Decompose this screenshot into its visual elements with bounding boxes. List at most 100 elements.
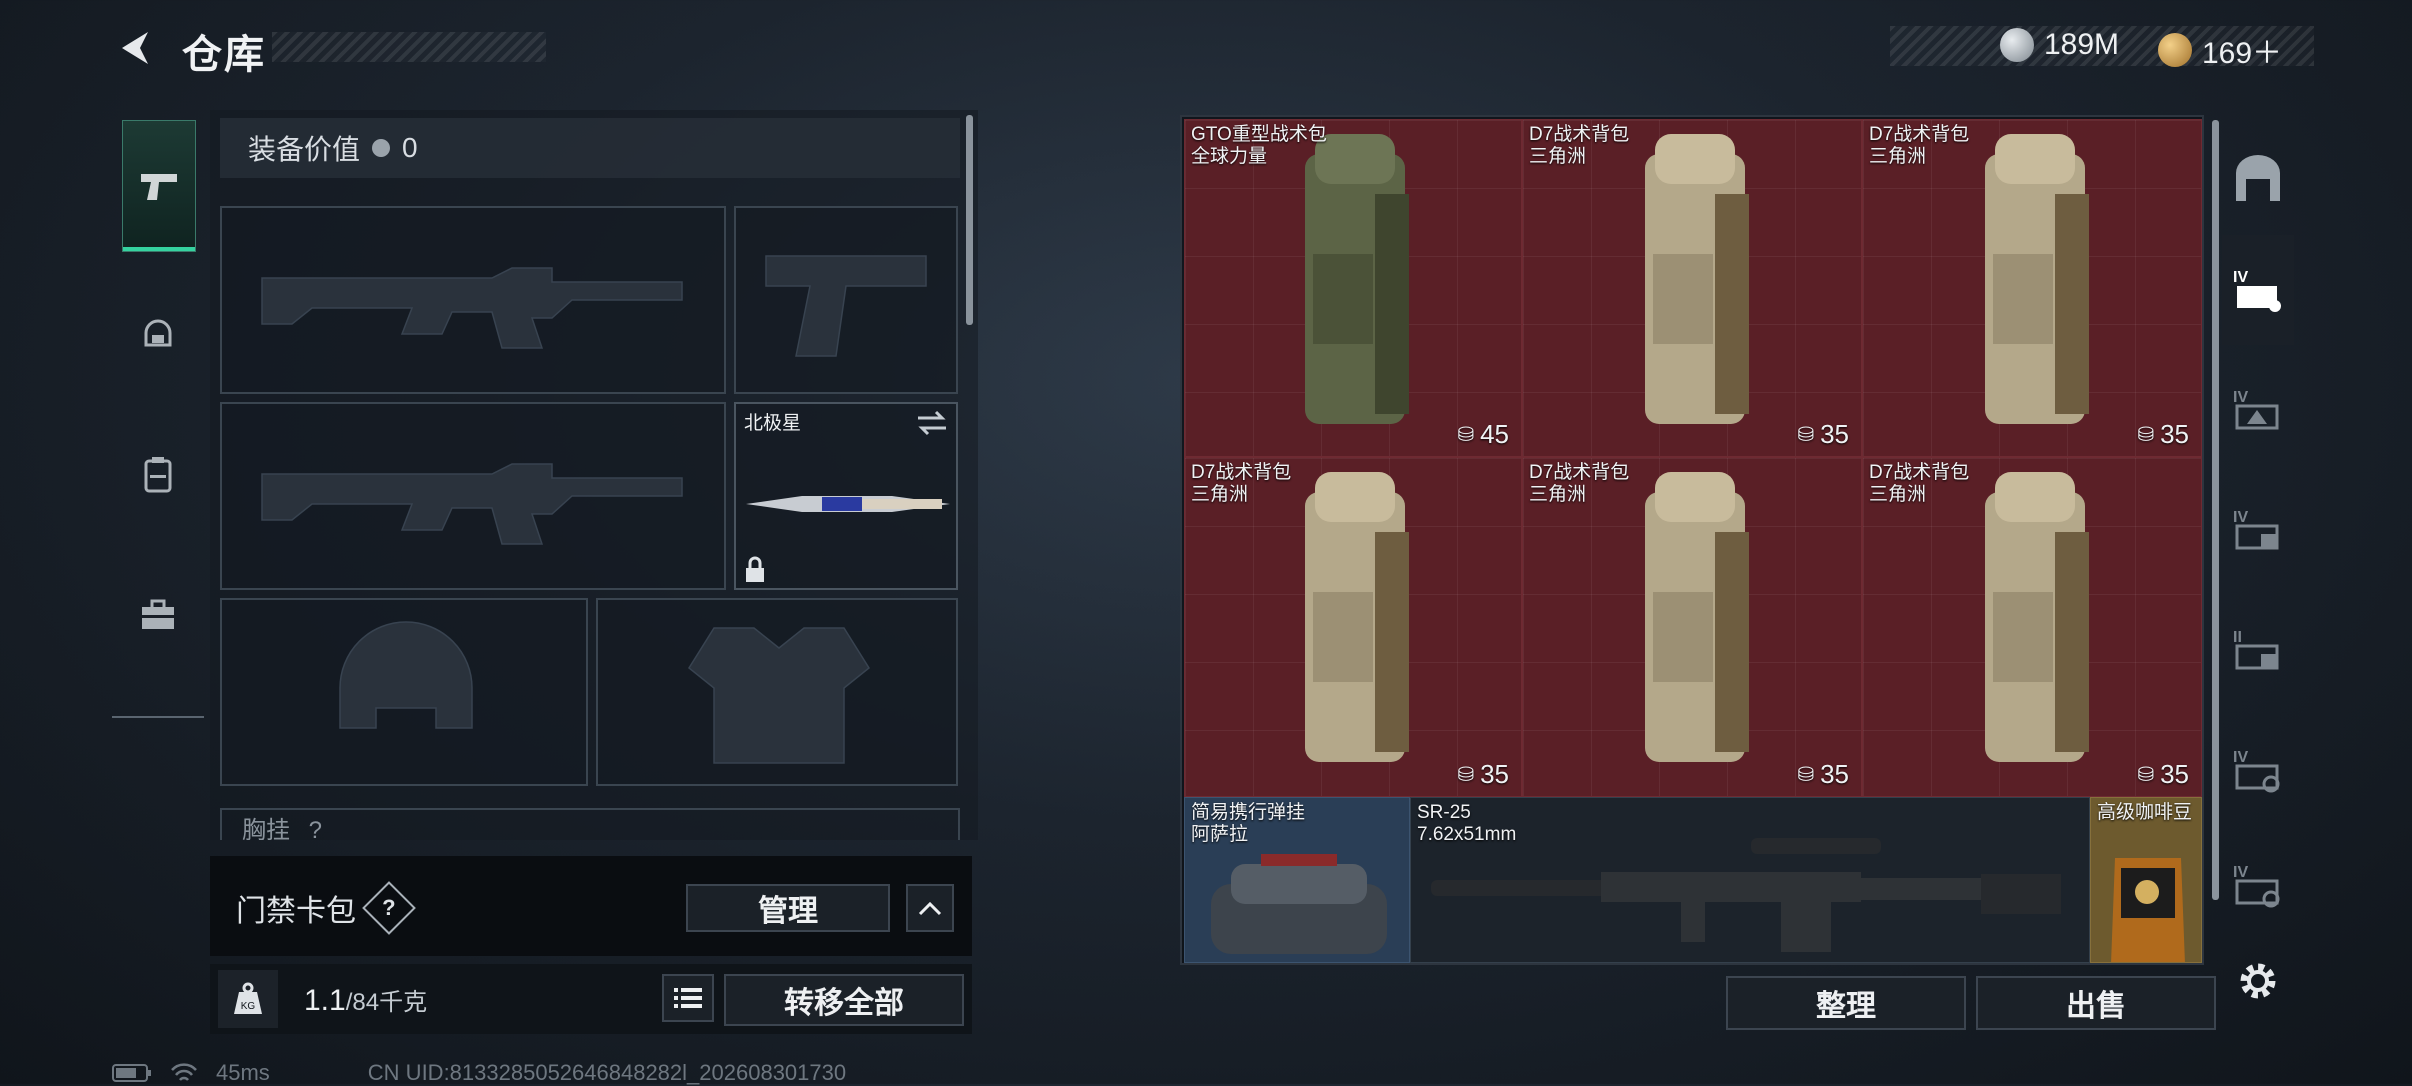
chest-rig-label: 胸挂	[242, 817, 290, 840]
help-icon[interactable]: ?	[362, 881, 416, 935]
item-name: D7战术背包 三角洲	[1869, 124, 1970, 167]
melee-slot[interactable]: 北极星	[734, 402, 958, 590]
back-button[interactable]	[112, 24, 160, 72]
storage-item[interactable]: GTO重型战术包 全球力量 ⛁ 45	[1184, 119, 1522, 457]
settings-button[interactable]	[2232, 955, 2284, 1007]
item-capacity: ⛁ 35	[2137, 419, 2189, 449]
storage-tier-icon: IV	[2233, 864, 2280, 908]
sidearm-slot[interactable]	[734, 206, 958, 394]
storage-item[interactable]: SR-25 7.62x51mm	[1410, 797, 2090, 963]
item-name: 简易携行弹挂 阿萨拉	[1191, 802, 1306, 845]
settings-icon	[2240, 963, 2276, 999]
svg-text:KG: KG	[241, 1001, 256, 1012]
battery-icon	[112, 1064, 151, 1082]
storage-item[interactable]: D7战术背包 三角洲 ⛁ 35	[1522, 119, 1862, 457]
primary-weapon-slot-2[interactable]	[220, 402, 726, 590]
svg-text:IV: IV	[2233, 864, 2248, 881]
storage-item[interactable]: 高级咖啡豆	[2090, 797, 2202, 963]
lock-icon	[746, 556, 764, 582]
transfer-all-button[interactable]: 转移全部	[724, 974, 964, 1026]
equipment-value-label: 装备价值	[248, 134, 361, 165]
rifle-image	[1431, 838, 2061, 952]
item-name: D7战术背包 三角洲	[1529, 462, 1630, 505]
storage-scrollbar[interactable]	[2212, 120, 2219, 900]
backpack-image	[1985, 472, 2089, 762]
tab-storage-ii[interactable]: II	[2222, 595, 2294, 705]
list-view-button[interactable]	[662, 974, 714, 1022]
backpack-image	[1305, 472, 1409, 762]
loadout-category-tabs	[112, 110, 204, 718]
tab-armor[interactable]	[122, 270, 194, 400]
pistol-icon	[141, 174, 177, 200]
gold-currency[interactable]: 169＋	[2158, 28, 2282, 72]
storage-tier-icon: IV	[2233, 509, 2279, 550]
equipment-value-header: 装备价值 0	[220, 118, 960, 178]
storage-item[interactable]: D7战术背包 三角洲 ⛁ 35	[1522, 457, 1862, 797]
weight-current: 1.1	[304, 984, 346, 1017]
silver-amount: 189M	[2044, 28, 2120, 61]
coffee-bag-image	[2111, 858, 2185, 962]
equipment-value: 0	[402, 132, 418, 163]
item-name: D7战术背包 三角洲	[1869, 462, 1970, 505]
rifle-silhouette-icon	[261, 463, 683, 545]
storage-tier-icon: IV	[2233, 269, 2281, 312]
tab-all-storage[interactable]	[2222, 123, 2294, 233]
tab-storage-iv-2[interactable]: IV	[2222, 355, 2294, 465]
backpack-image	[1305, 134, 1409, 424]
silver-coin-icon	[372, 139, 391, 157]
item-capacity: ⛁ 35	[1457, 759, 1509, 789]
manage-button[interactable]: 管理	[686, 884, 890, 932]
collapse-button[interactable]	[906, 884, 954, 932]
uid-readout: CN UID:8133285052646848282l_202608301730	[367, 1060, 847, 1085]
tab-storage-iv-1[interactable]: IV	[2222, 235, 2294, 345]
tab-backpack[interactable]	[122, 410, 194, 540]
primary-weapon-slot-1[interactable]	[220, 206, 726, 394]
currency-bar: 189M 169＋	[1890, 26, 2314, 70]
storage-item[interactable]: D7战术背包 三角洲 ⛁ 35	[1862, 457, 2202, 797]
tab-weapons[interactable]	[122, 120, 196, 252]
svg-text:IV: IV	[2233, 749, 2248, 766]
armor-silhouette-icon	[688, 627, 870, 764]
keycard-pack-label-group: 门禁卡包 ?	[236, 881, 416, 935]
body-armor-slot[interactable]	[596, 598, 958, 786]
storage-item[interactable]: D7战术背包 三角洲 ⛁ 35	[1184, 457, 1522, 797]
helmet-icon	[144, 319, 172, 347]
item-name: GTO重型战术包 全球力量	[1191, 124, 1327, 167]
item-capacity: ⛁ 35	[2137, 759, 2189, 789]
rifle-silhouette-icon	[261, 267, 683, 349]
keycard-pack-label: 门禁卡包	[236, 895, 356, 928]
helmet-slot[interactable]	[220, 598, 588, 786]
weight-readout: 1.1/84千克	[304, 982, 427, 1018]
tab-tools[interactable]	[122, 550, 194, 680]
storage-item[interactable]: 简易携行弹挂 阿萨拉	[1184, 797, 1410, 963]
item-name: 高级咖啡豆	[2097, 802, 2193, 823]
svg-text:IV: IV	[2233, 389, 2248, 406]
chevron-up-icon	[918, 901, 942, 916]
tab-storage-iv-5[interactable]: IV	[2222, 835, 2294, 935]
helmet-silhouette-icon	[339, 621, 473, 729]
sort-button[interactable]: 整理	[1726, 976, 1966, 1030]
tab-storage-iv-4[interactable]: IV	[2222, 715, 2294, 825]
storage-item[interactable]: D7战术背包 三角洲 ⛁ 35	[1862, 119, 2202, 457]
list-icon	[674, 988, 702, 1008]
backpack-image	[1645, 472, 1749, 762]
chest-rig-section[interactable]: 胸挂 ?	[220, 808, 960, 840]
item-capacity: ⛁ 35	[1797, 419, 1849, 449]
swap-icon[interactable]	[916, 410, 948, 436]
silver-currency[interactable]: 189M	[2000, 28, 2119, 62]
item-name: SR-25 7.62x51mm	[1417, 802, 1517, 845]
back-arrow-icon	[122, 32, 148, 64]
silver-coin-icon	[2000, 28, 2034, 62]
equipment-scrollbar[interactable]	[966, 115, 973, 325]
title-decoration	[272, 32, 546, 62]
svg-text:II: II	[2233, 629, 2242, 646]
pistol-silhouette-icon	[765, 255, 927, 357]
item-capacity: ⛁ 45	[1457, 419, 1509, 449]
storage-tier-icon: II	[2233, 629, 2279, 670]
tab-storage-iv-3[interactable]: IV	[2222, 475, 2294, 585]
sell-button[interactable]: 出售	[1976, 976, 2216, 1030]
storage-category-tabs: IV IV IV II IV IV	[2222, 115, 2294, 955]
knife-image	[746, 496, 950, 512]
item-name: D7战术背包 三角洲	[1191, 462, 1292, 505]
backpack-image	[1985, 134, 2089, 424]
